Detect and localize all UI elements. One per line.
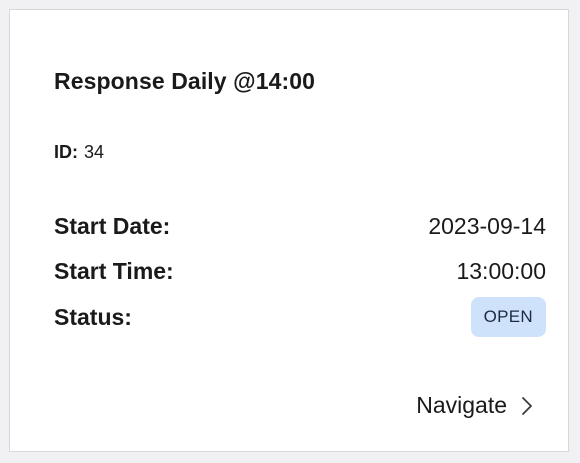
id-value: 34	[84, 142, 105, 162]
start-date-row: Start Date: 2023-09-14	[54, 213, 546, 240]
start-time-label: Start Time:	[54, 258, 174, 284]
status-row: Status: OPEN	[54, 297, 546, 337]
chevron-right-icon	[519, 395, 535, 417]
status-badge: OPEN	[470, 297, 546, 337]
id-label: ID:	[54, 142, 78, 162]
start-time-value: 13:00:00	[456, 258, 546, 284]
start-time-row: Start Time: 13:00:00	[54, 258, 546, 285]
id-row: ID: 34	[54, 142, 104, 163]
status-label: Status:	[54, 303, 132, 330]
navigate-link[interactable]: Navigate	[416, 392, 535, 419]
start-date-value: 2023-09-14	[428, 213, 546, 239]
session-card: Response Daily @14:00 ID: 34 Start Date: …	[9, 9, 569, 452]
card-title: Response Daily @14:00	[54, 68, 316, 94]
start-date-label: Start Date:	[54, 213, 171, 239]
navigate-label: Navigate	[416, 392, 507, 418]
